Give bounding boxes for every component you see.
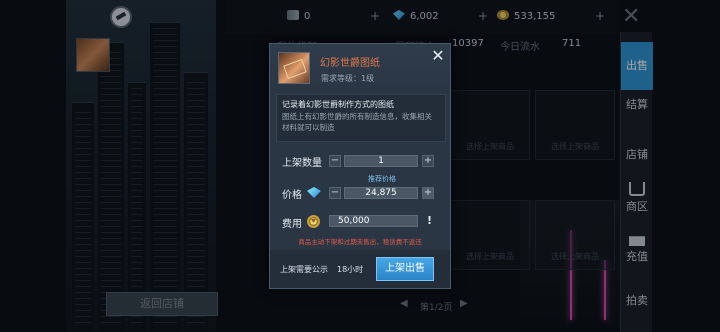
fee-warning-icon[interactable]: ! xyxy=(427,214,432,227)
item-title: 幻影世爵图纸 xyxy=(320,58,380,69)
dialog-header: 幻影世爵图纸 需求等级：1级 ✕ xyxy=(270,44,450,90)
description-title: 记录着幻影世爵制作方式的图纸 xyxy=(282,100,394,109)
recommended-price-hint: 推荐价格 xyxy=(368,175,396,183)
price-label: 价格 xyxy=(282,190,302,201)
duration-label: 上架需要公示 xyxy=(280,265,328,274)
coin-icon xyxy=(307,215,320,228)
fee-label: 费用 xyxy=(282,219,302,230)
fee-field: 50,000 xyxy=(329,215,418,227)
sell-dialog: 幻影世爵图纸 需求等级：1级 ✕ 记录着幻影世爵制作方式的图纸 图纸上有幻影世爵… xyxy=(269,43,451,289)
price-field[interactable]: 24,875 xyxy=(344,187,418,199)
fee-notice: 商品主动下架和过期未售出，租赁费不返还 xyxy=(298,238,422,246)
list-for-sale-button[interactable]: 上架出售 xyxy=(376,257,434,281)
quantity-field[interactable]: 1 xyxy=(344,155,418,167)
quantity-minus-button[interactable]: − xyxy=(329,155,341,167)
description-line-2: 材料就可以制造 xyxy=(282,123,335,132)
market-screen: 0 + 6,002 + 533,155 + ✕ 我的货架 2/10 累积流水 1… xyxy=(0,0,720,332)
quantity-plus-button[interactable]: + xyxy=(422,155,434,167)
close-icon[interactable]: ✕ xyxy=(430,48,446,65)
price-plus-button[interactable]: + xyxy=(422,187,434,199)
dialog-footer: 上架需要公示 18小时 上架出售 xyxy=(270,250,450,288)
blueprint-icon xyxy=(278,52,310,84)
item-description: 记录着幻影世爵制作方式的图纸 图纸上有幻影世爵的所有制造信息，收集相关 材料就可… xyxy=(276,94,446,142)
item-level: 需求等级：1级 xyxy=(321,74,375,83)
gem-icon xyxy=(307,187,321,198)
quantity-label: 上架数量 xyxy=(282,158,322,169)
description-line-1: 图纸上有幻影世爵的所有制造信息，收集相关 xyxy=(282,112,432,121)
duration-value: 18小时 xyxy=(337,265,364,274)
price-minus-button[interactable]: − xyxy=(329,187,341,199)
